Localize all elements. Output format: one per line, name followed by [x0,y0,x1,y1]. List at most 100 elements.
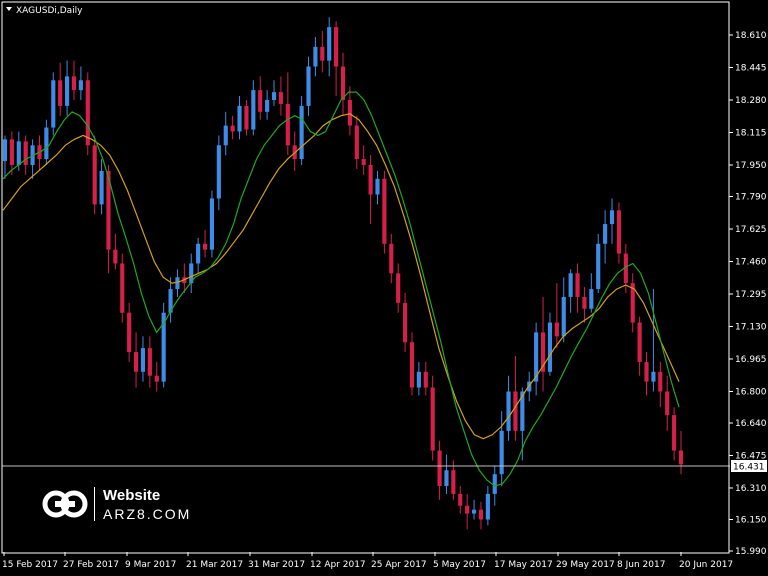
candle-body [133,352,139,372]
candle-body [437,450,442,487]
candle-body [368,164,373,195]
candle-body [99,170,104,205]
candle-body [513,391,518,431]
candle-body [85,80,90,146]
candle-body [465,505,470,514]
candle-body [44,127,49,160]
y-tick-label: 17.625 [735,225,767,235]
candle-body [306,66,311,106]
candle-body [451,470,456,494]
y-tick-label: 17.460 [735,257,767,267]
candle-body [354,125,359,160]
y-tick-label: 16.310 [735,484,767,494]
candle-body [196,243,201,264]
candle-body [568,273,573,297]
y-tick-label: 18.280 [735,96,767,106]
x-tick-label: 9 Mar 2017 [125,560,176,570]
y-tick-label: 17.790 [735,192,767,202]
candle-body [603,224,608,244]
candle-body [140,348,146,372]
candle-body [361,159,366,165]
candle-body [382,178,387,244]
candle-body [16,141,21,165]
candle-body [127,312,132,353]
watermark: Website ARZ8.COM [42,486,191,522]
candle-body [499,430,504,475]
candle-body [672,415,677,451]
candle-body [320,46,325,61]
candle-body [78,80,83,91]
candle-body [334,27,339,67]
candle-body [340,66,346,100]
candle-body [637,322,642,362]
y-tick-label: 17.130 [735,322,767,332]
candle-body [58,80,63,106]
candle-body [202,243,208,250]
candle-body [485,493,490,520]
candle-body [237,105,242,132]
candle-body [644,361,649,382]
candle-body [244,105,249,130]
candle-body [258,90,263,112]
candle-body [396,273,401,303]
candle-body [582,296,587,309]
candle-body [492,474,497,494]
candle-body [596,243,601,290]
x-tick-label: 5 May 2017 [433,560,486,570]
candle-body [271,92,277,100]
candle-body [216,145,221,199]
y-tick-label: 16.800 [735,387,767,397]
candle-body [589,289,594,309]
candle-body [444,470,449,487]
candle-body [506,391,511,431]
candle-body [416,371,421,388]
y-tick-label: 18.610 [735,31,767,41]
x-tick-label: 20 Jun 2017 [679,560,733,570]
candle-body [347,99,352,126]
candle-body [554,322,559,337]
candle-body [375,178,380,195]
candle-body [51,80,56,128]
candle-body [278,92,283,104]
y-tick-label: 16.965 [735,355,767,365]
candle-body [251,90,256,130]
candle-body [120,263,125,313]
y-tick-label: 16.475 [735,451,767,461]
candle-body [403,302,408,343]
candle-body [113,249,118,264]
watermark-domain: ARZ8.COM [103,505,192,522]
arz8-logo-icon [42,490,88,518]
candle-body [2,139,8,162]
y-tick-label: 16.150 [735,515,767,525]
y-tick-label: 17.295 [735,290,767,300]
current-price-label: 16.431 [731,460,767,473]
chart-title: XAGUSDi,Daily [16,6,83,16]
x-tick-label: 8 Jun 2017 [617,560,665,570]
candle-body [609,210,615,225]
candle-body [658,371,663,392]
y-tick-label: 18.115 [735,128,767,138]
candle-body [313,46,318,67]
x-tick-label: 17 May 2017 [494,560,553,570]
candle-body [423,371,428,388]
x-tick-label: 21 Mar 2017 [186,560,243,570]
candle-body [9,139,14,165]
candle-body [678,450,684,465]
candle-body [285,103,290,146]
y-tick-label: 16.640 [735,419,767,429]
x-tick-label: 12 Apr 2017 [310,560,366,570]
candle-body [458,493,463,506]
candle-body [616,210,621,254]
candle-body [651,371,656,382]
candle-body [65,76,70,106]
candle-body [71,76,77,91]
candle-body [92,145,97,205]
candle-body [409,342,415,388]
watermark-website-label: Website [103,486,161,504]
candle-body [575,273,580,297]
candle-body [230,125,235,132]
x-tick-label: 15 Feb 2017 [2,560,58,570]
candle-body [209,198,215,250]
candle-body [478,509,484,520]
candle-body [430,387,435,451]
